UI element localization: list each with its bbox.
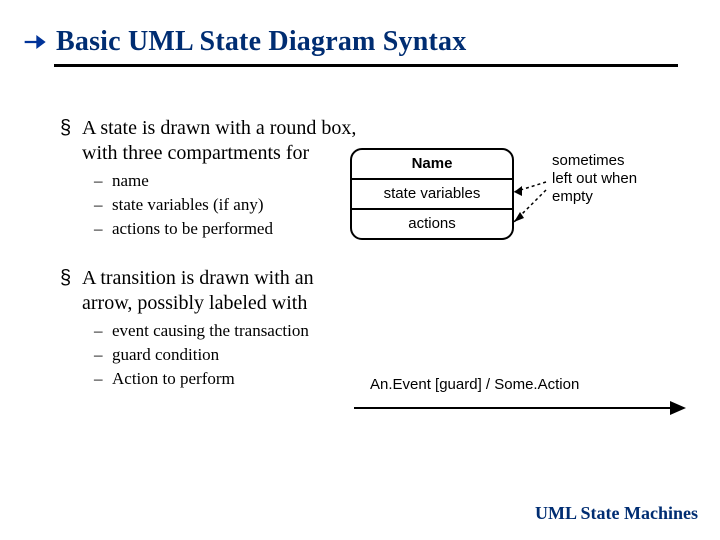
title-row: Basic UML State Diagram Syntax	[20, 26, 690, 58]
transition-label: An.Event [guard] / Some.Action	[370, 376, 579, 393]
dash-marker-icon: –	[94, 170, 112, 192]
bullet-level2: – actions to be performed	[94, 218, 360, 240]
body-text: § A state is drawn with a round box, wit…	[60, 100, 360, 393]
state-box-diagram: Name state variables actions sometimes l…	[350, 138, 700, 278]
bullet-text: name	[112, 170, 149, 192]
bullet-level1: § A transition is drawn with an arrow, p…	[60, 266, 360, 316]
bullet-marker-icon: §	[60, 266, 82, 291]
bullet-level1: § A state is drawn with a round box, wit…	[60, 116, 360, 166]
bullet-text: guard condition	[112, 344, 219, 366]
bullet-level2: – event causing the transaction	[94, 320, 360, 342]
annotation-arrows	[350, 138, 700, 278]
slide-title: Basic UML State Diagram Syntax	[56, 26, 466, 58]
bullet-text: Action to perform	[112, 368, 235, 390]
footer-text: UML State Machines	[535, 503, 698, 524]
arrow-right-icon	[20, 28, 48, 56]
bullet-level2: – name	[94, 170, 360, 192]
bullet-text: actions to be performed	[112, 218, 273, 240]
title-underline	[54, 64, 678, 67]
dash-marker-icon: –	[94, 194, 112, 216]
dash-marker-icon: –	[94, 344, 112, 366]
transition-arrow-icon	[352, 396, 688, 426]
dash-marker-icon: –	[94, 320, 112, 342]
bullet-marker-icon: §	[60, 116, 82, 141]
bullet-text: state variables (if any)	[112, 194, 264, 216]
bullet-level2: – guard condition	[94, 344, 360, 366]
bullet-text: A state is drawn with a round box, with …	[82, 116, 360, 166]
bullet-level2: – state variables (if any)	[94, 194, 360, 216]
bullet-text: event causing the transaction	[112, 320, 309, 342]
dash-marker-icon: –	[94, 368, 112, 390]
dash-marker-icon: –	[94, 218, 112, 240]
bullet-level2: – Action to perform	[94, 368, 360, 390]
transition-diagram: An.Event [guard] / Some.Action	[352, 376, 688, 436]
bullet-text: A transition is drawn with an arrow, pos…	[82, 266, 360, 316]
